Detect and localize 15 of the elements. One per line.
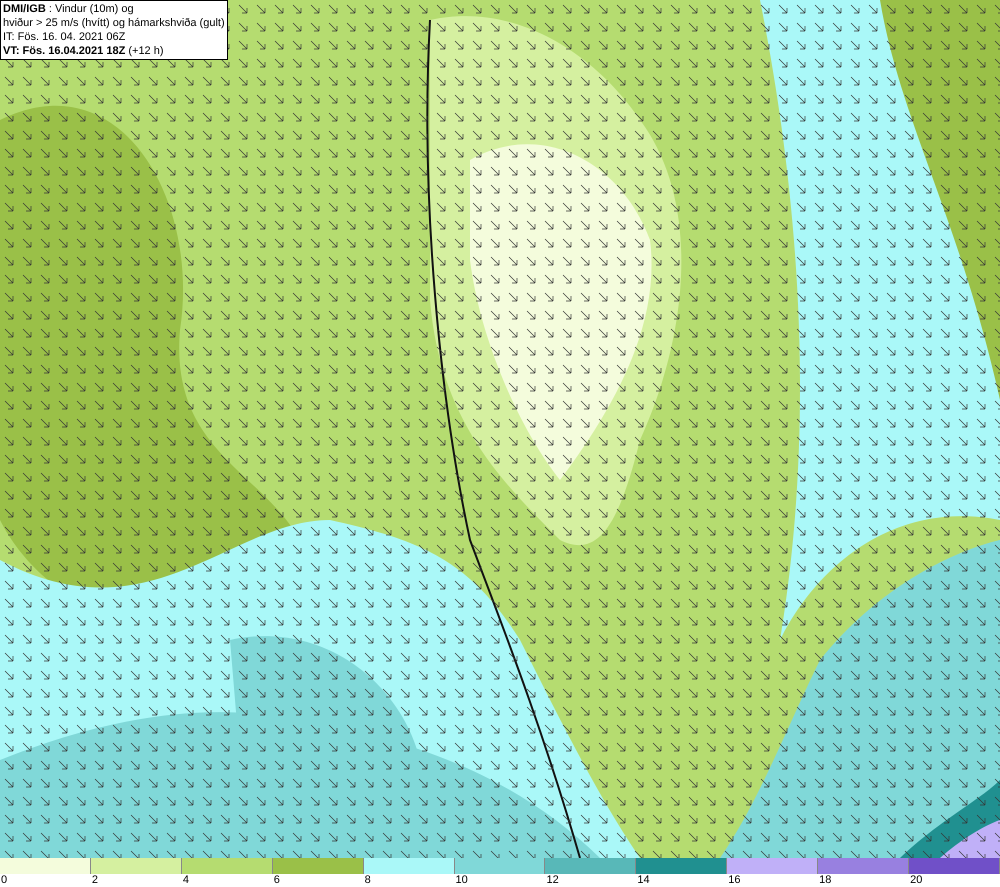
legend-label: 6 [274, 874, 280, 887]
legend-label: 0 [1, 874, 8, 887]
caption-line: hviður > 25 m/s (hvítt) og hámarkshviða (gult) [3, 16, 225, 30]
legend-label: 8 [364, 874, 371, 887]
legend-label: 18 [819, 874, 832, 887]
caption-line: VT: Fös. 16.04.2021 18Z (+12 h) [3, 44, 165, 58]
legend-label: 12 [546, 874, 559, 887]
legend-label: 4 [182, 874, 189, 887]
legend-label: 20 [910, 874, 922, 887]
legend-label: 16 [728, 874, 741, 887]
legend-label: 10 [456, 874, 468, 887]
legend-label: 2 [92, 874, 98, 887]
legend-label: 14 [637, 874, 650, 887]
caption-line: DMI/IGB : Vindur (10m) og [3, 2, 135, 16]
caption-line: IT: Fös. 16. 04. 2021 06Z [3, 30, 126, 44]
